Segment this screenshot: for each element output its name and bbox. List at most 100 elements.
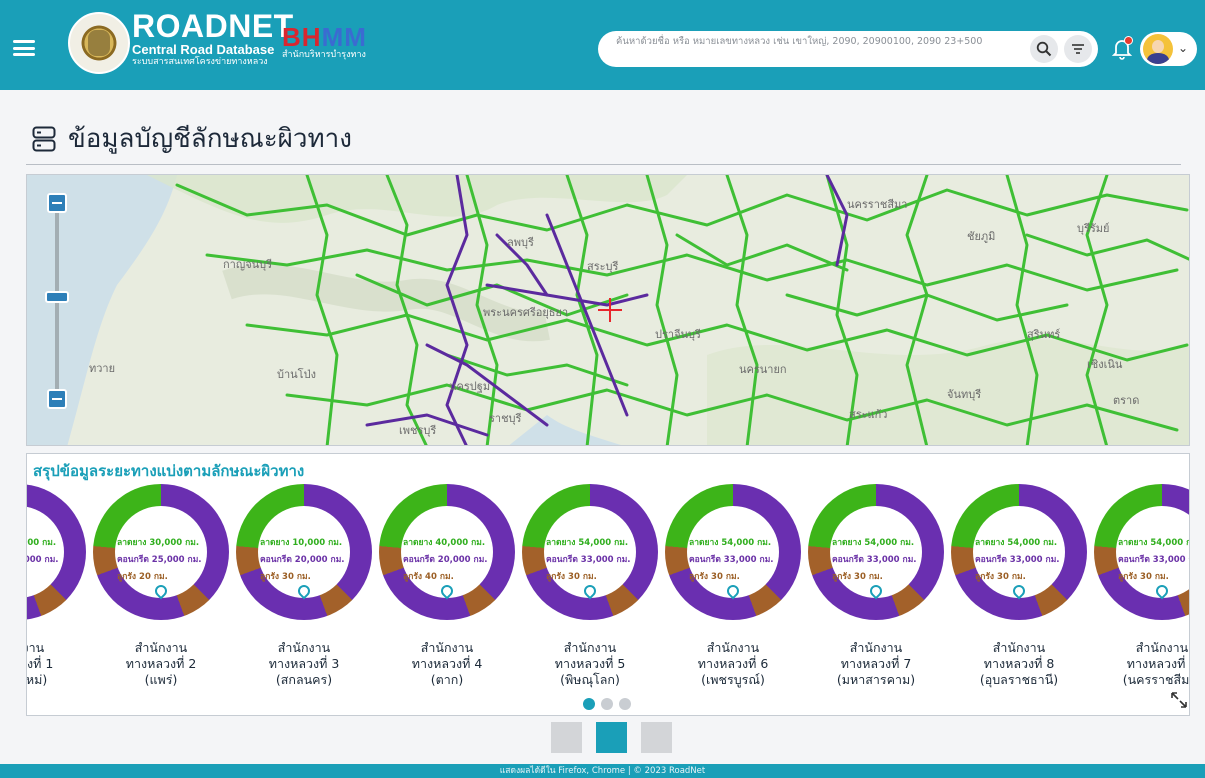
zoom-out-button[interactable] <box>47 389 67 409</box>
map-label: สระแก้ว <box>849 408 888 421</box>
laterite-label: ลูกรัง 30 กม. <box>832 572 883 582</box>
office-label-line1: สำนักงาน <box>992 640 1046 655</box>
office-label-line1: สำนักงาน <box>706 640 760 655</box>
carousel-dots <box>583 698 631 710</box>
office-donut-chart[interactable]: ลาดยาง 54,000 กม. คอนกรีต 33,000 กม. ลูกรั… <box>951 484 1087 620</box>
office-label-line3: (เชียงใหม่) <box>26 672 48 687</box>
office-label-line2: ทางหลวงที่ 5 <box>554 656 626 671</box>
map-label: นครราชสีมา <box>847 198 908 211</box>
office-donut-chart[interactable]: ลาดยาง 54,000 กม. คอนกรีต 33,000 กม. ลูกรั… <box>665 484 801 620</box>
search-button[interactable] <box>1030 35 1058 63</box>
brand-block: ROADNET Central Road Database ระบบสารสนเ… <box>132 10 294 68</box>
bhmm-caption: สำนักบริหารบำรุงทาง <box>282 50 366 60</box>
donut-ring: ลาดยาง 54,000 กม. คอนกรีต 33,000 กม. ลูกรั… <box>1094 484 1189 620</box>
menu-icon[interactable] <box>13 40 35 56</box>
department-seal-logo <box>68 12 130 74</box>
zoom-control[interactable] <box>45 193 69 419</box>
donut-ring: ลาดยาง 30,000 กม.คอนกรีต 25,000 กม.ลูกรั… <box>27 484 86 620</box>
map-label: ชัยภูมิ <box>967 230 996 243</box>
brand-thai-caption: ระบบสารสนเทศโครงข่ายทางหลวง <box>132 57 268 67</box>
donut-ring: ลาดยาง 40,000 กม. คอนกรีต 20,000 กม. ลูกรั… <box>379 484 515 620</box>
office-label-line3: (พิษณุโลก) <box>560 672 620 687</box>
office-donut-chart[interactable]: ลาดยาง 30,000 กม.คอนกรีต 25,000 กม.ลูกรั… <box>27 484 86 620</box>
asphalt-label: ลาดยาง 54,000 กม. <box>1118 538 1189 548</box>
asphalt-label: ลาดยาง 54,000 กม. <box>546 538 629 548</box>
asphalt-label: ลาดยาง 54,000 กม. <box>832 538 915 548</box>
page-title: ข้อมูลบัญชีลักษณะผิวทาง <box>32 118 352 159</box>
office-label-line3: (เพชรบูรณ์) <box>701 672 765 687</box>
office-label-line2: ทางหลวงที่ 4 <box>411 656 483 671</box>
donut-ring: ลาดยาง 54,000 กม. คอนกรีต 33,000 กม. ลูกรั… <box>808 484 944 620</box>
office-label-line1: สำนักงาน <box>849 640 903 655</box>
office-label-line3: (แพร่) <box>144 672 178 687</box>
zoom-in-button[interactable] <box>47 193 67 213</box>
road-map[interactable]: กาญจนบุรี พระนครศรีอยุธยา ปราจีนบุรี สระ… <box>26 174 1190 446</box>
search-box[interactable]: ค้นหาด้วยชื่อ หรือ หมายเลขทางหลวง เช่น เ… <box>598 31 1098 67</box>
office-label-line2: ทางหลวงที่ 9 <box>1126 656 1189 671</box>
profile-menu[interactable]: ⌄ <box>1140 32 1197 66</box>
office-label-line1: สำนักงาน <box>27 640 45 655</box>
office-label-line3: (อุบลราชธานี) <box>979 672 1059 687</box>
summary-title: สรุปข้อมูลระยะทางแบ่งตามลักษณะผิวทาง <box>33 462 305 480</box>
map-label: บ้านโป่ง <box>277 368 316 381</box>
carousel-dot[interactable] <box>601 698 613 710</box>
map-label: ตราด <box>1113 394 1140 407</box>
brand-subtitle: Central Road Database <box>132 42 275 57</box>
office-label-line2: ทางหลวงที่ 2 <box>125 656 197 671</box>
office-label: สำนักงาน ทางหลวงที่ 5 (พิษณุโลก) <box>515 640 665 688</box>
office-donut-chart[interactable]: ลาดยาง 54,000 กม. คอนกรีต 33,000 กม. ลูกรั… <box>1094 484 1189 620</box>
donut-ring: ลาดยาง 30,000 กม.คอนกรีต 25,000 กม.ลูกรั… <box>93 484 229 620</box>
concrete-label: คอนกรีต 33,000 กม. <box>689 555 774 565</box>
map-label: เชิงเนิน <box>1087 358 1123 371</box>
laterite-label: ลูกรัง 20 กม. <box>117 572 168 582</box>
expand-icon[interactable] <box>1171 692 1187 708</box>
laterite-label: ลูกรัง 30 กม. <box>546 572 597 582</box>
office-label: สำนักงาน ทางหลวงที่ 8 (อุบลราชธานี) <box>944 640 1094 688</box>
office-label-line3: (สกลนคร) <box>275 672 333 687</box>
office-label: สำนักงานทางหลวงที่ 1(เชียงใหม่) <box>26 640 93 688</box>
office-label-line1: สำนักงาน <box>134 640 188 655</box>
office-label-line2: ทางหลวงที่ 8 <box>983 656 1055 671</box>
map-label: ปราจีนบุรี <box>655 328 701 341</box>
map-label: บุรีรัมย์ <box>1077 222 1110 235</box>
top-bar: ROADNET Central Road Database ระบบสารสนเ… <box>0 0 1205 90</box>
office-label-line3: (มหาสารคาม) <box>836 672 916 687</box>
office-donut-chart[interactable]: ลาดยาง 30,000 กม.คอนกรีต 25,000 กม.ลูกรั… <box>93 484 229 620</box>
location-marker <box>598 298 622 322</box>
bhmm-logo: BHMM สำนักบริหารบำรุงทาง <box>282 24 367 61</box>
office-donut-chart[interactable]: ลาดยาง 10,000 กม. คอนกรีต 20,000 กม. ลูกรั… <box>236 484 372 620</box>
bhmm-logo-bh: BH <box>282 22 322 52</box>
concrete-label: คอนกรีต 33,000 กม. <box>546 555 631 565</box>
surface-summary-panel: สรุปข้อมูลระยะทางแบ่งตามลักษณะผิวทาง ลาด… <box>26 453 1190 716</box>
office-donut-chart[interactable]: ลาดยาง 40,000 กม. คอนกรีต 20,000 กม. ลูกรั… <box>379 484 515 620</box>
map-label: นครนายก <box>739 363 787 376</box>
office-label: สำนักงาน ทางหลวงที่ 4 (ตาก) <box>372 640 522 688</box>
search-input[interactable]: ค้นหาด้วยชื่อ หรือ หมายเลขทางหลวง เช่น เ… <box>616 34 1006 49</box>
office-label-line1: สำนักงาน <box>277 640 331 655</box>
view-pager <box>551 722 672 753</box>
laterite-label: ลูกรัง 30 กม. <box>260 572 311 582</box>
filter-button[interactable] <box>1064 35 1092 63</box>
asphalt-label: ลาดยาง 54,000 กม. <box>975 538 1058 548</box>
search-icon <box>1036 41 1052 57</box>
carousel-dot[interactable] <box>619 698 631 710</box>
concrete-label: คอนกรีต 33,000 กม. <box>975 555 1060 565</box>
office-donut-chart[interactable]: ลาดยาง 54,000 กม. คอนกรีต 33,000 กม. ลูกรั… <box>522 484 658 620</box>
map-label: ราชบุรี <box>489 412 522 425</box>
zoom-slider-handle[interactable] <box>45 291 69 303</box>
carousel-dot[interactable] <box>583 698 595 710</box>
chevron-down-icon: ⌄ <box>1178 41 1189 55</box>
office-donut-chart[interactable]: ลาดยาง 54,000 กม. คอนกรีต 33,000 กม. ลูกรั… <box>808 484 944 620</box>
pager-button-active[interactable] <box>596 722 627 753</box>
pager-button[interactable] <box>641 722 672 753</box>
concrete-label: คอนกรีต 20,000 กม. <box>403 555 488 565</box>
brand-title: ROADNET <box>132 8 294 44</box>
concrete-label: คอนกรีต 20,000 กม. <box>260 555 345 565</box>
pager-button[interactable] <box>551 722 582 753</box>
notification-dot <box>1124 36 1133 45</box>
office-label-line1: สำนักงาน <box>563 640 617 655</box>
asphalt-label: ลาดยาง 30,000 กม. <box>27 538 57 548</box>
notification-button[interactable] <box>1110 36 1134 60</box>
map-label: ทวาย <box>89 362 116 375</box>
laterite-label: ลูกรัง 30 กม. <box>689 572 740 582</box>
